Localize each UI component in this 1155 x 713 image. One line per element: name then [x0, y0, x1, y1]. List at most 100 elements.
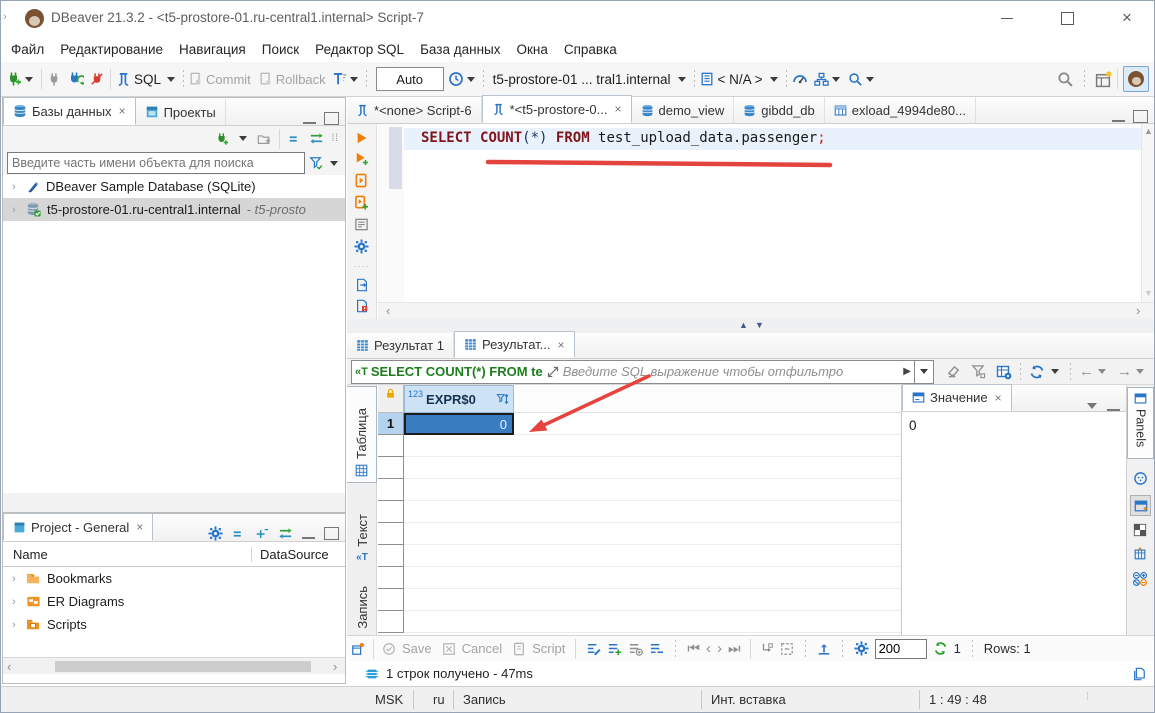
explain-plan-icon[interactable] — [354, 217, 369, 232]
tab-project-close-icon[interactable]: × — [136, 520, 143, 534]
metadata-panel-icon[interactable] — [1133, 523, 1147, 537]
sql-editor-label[interactable]: SQL — [134, 72, 161, 87]
last-row-icon[interactable]: ⏭ — [728, 640, 741, 657]
filter-check-icon[interactable] — [309, 156, 323, 170]
project-link-editor-icon[interactable] — [278, 526, 293, 541]
filters-menu-icon[interactable] — [971, 364, 986, 379]
tab-t5-prostore-script[interactable]: *<t5-prostore-0... × — [482, 95, 632, 123]
sql-editor[interactable]: ···· SELECT COUNT(*) FROM test_upload_da… — [347, 124, 1154, 319]
commit-button[interactable]: Commit — [206, 72, 251, 87]
tab-gibdd-db[interactable]: gibdd_db — [734, 97, 825, 123]
filter-more-icon[interactable]: ▶ — [903, 366, 911, 377]
reconnect-icon[interactable] — [68, 71, 84, 87]
editor-settings-gear-icon[interactable] — [354, 239, 369, 254]
project-item-er-diagrams[interactable]: › ER Diagrams — [3, 590, 345, 613]
tab-result-2[interactable]: Результат... × — [454, 331, 575, 358]
nav-back-dropdown[interactable] — [1098, 369, 1106, 374]
custom-filter-icon[interactable] — [996, 364, 1012, 380]
minimize-button[interactable] — [985, 1, 1029, 35]
results-settings-gear-icon[interactable] — [854, 641, 869, 656]
next-row-icon[interactable]: › — [717, 640, 722, 657]
navigator-minimize-icon[interactable] — [303, 119, 316, 124]
tab-databases-close-icon[interactable]: × — [119, 104, 126, 118]
menu-edit[interactable]: Редактирование — [60, 42, 163, 57]
fetch-all-icon[interactable] — [780, 642, 794, 656]
editor-vscrollbar[interactable]: ▲ ▼ — [1141, 124, 1154, 302]
project-collapse-all-icon[interactable] — [232, 527, 246, 541]
tab-close-icon[interactable]: × — [614, 102, 621, 116]
presentation-tab-text[interactable]: Текст «T — [347, 497, 377, 567]
expand-chevron-icon[interactable]: › — [12, 181, 20, 193]
delete-row-icon[interactable] — [649, 641, 664, 656]
tab-value[interactable]: Значение × — [902, 384, 1012, 411]
global-search-icon[interactable] — [1057, 71, 1074, 88]
navigator-new-connection-icon[interactable] — [215, 132, 229, 146]
row-header-1[interactable]: 1 — [378, 413, 404, 435]
tab-project-general[interactable]: Project - General × — [3, 513, 153, 541]
scrollbar-thumb[interactable] — [55, 661, 311, 672]
datasource-dropdown[interactable] — [678, 77, 686, 82]
quick-search-icon[interactable] — [848, 72, 863, 87]
column-filter-sort-icon[interactable] — [496, 392, 510, 406]
refresh-count-icon[interactable] — [933, 641, 948, 656]
refresh-results-icon[interactable] — [1029, 364, 1045, 380]
transaction-dropdown[interactable] — [350, 77, 358, 82]
fetch-size-input[interactable] — [875, 639, 927, 659]
scroll-down-icon[interactable]: ▼ — [1144, 288, 1153, 298]
sql-editor-dropdown[interactable] — [167, 77, 175, 82]
project-hscrollbar[interactable]: ‹ › — [3, 657, 345, 674]
editor-maximize-icon[interactable] — [1133, 110, 1148, 123]
editor-hscrollbar[interactable]: ‹ › — [378, 302, 1154, 319]
value-panel-menu-icon[interactable] — [1087, 403, 1097, 409]
export-result-icon[interactable] — [355, 278, 369, 292]
tree-item-sample-database[interactable]: › DBeaver Sample Database (SQLite) — [3, 175, 345, 198]
editor-minimize-icon[interactable] — [1112, 117, 1125, 122]
maximize-button[interactable] — [1045, 1, 1089, 35]
network-dropdown[interactable] — [832, 77, 840, 82]
menu-navigation[interactable]: Навигация — [179, 42, 246, 57]
expand-chevron-icon[interactable]: › — [12, 596, 20, 608]
rollback-button[interactable]: Rollback — [276, 72, 326, 87]
copy-status-icon[interactable] — [1132, 667, 1146, 681]
tab-demo-view[interactable]: demo_view — [632, 97, 735, 123]
filter-input-box[interactable]: «T SELECT COUNT(*) FROM te Введите SQL в… — [351, 360, 915, 384]
sql-editor-icon[interactable] — [116, 72, 131, 87]
tab-value-close-icon[interactable]: × — [995, 391, 1002, 405]
schema-selector[interactable]: < N/A > — [718, 72, 763, 87]
calc-panel-icon[interactable] — [1133, 547, 1147, 561]
navigator-connection-dropdown[interactable] — [239, 136, 247, 141]
project-expand-all-icon[interactable] — [255, 527, 269, 541]
nav-forward-dropdown[interactable] — [1136, 369, 1144, 374]
nav-forward-icon[interactable]: → — [1117, 363, 1132, 380]
execute-new-tab-icon[interactable] — [355, 152, 369, 166]
scroll-right-icon[interactable]: › — [1136, 303, 1140, 318]
view-menu-icon[interactable]: ⁞⁞ — [331, 133, 339, 144]
disconnect-icon[interactable] — [90, 72, 105, 87]
script-button[interactable]: Script — [532, 641, 565, 656]
history-dropdown[interactable] — [467, 77, 475, 82]
sql-code-line[interactable]: SELECT COUNT(*) FROM test_upload_data.pa… — [421, 130, 826, 146]
column-datasource-header[interactable]: DataSource — [251, 547, 329, 562]
menu-database[interactable]: База данных — [420, 42, 500, 57]
execute-statement-icon[interactable] — [355, 131, 369, 145]
quick-search-dropdown[interactable] — [866, 77, 874, 82]
tab-close-icon[interactable]: × — [558, 338, 565, 352]
transaction-filter-icon[interactable] — [332, 72, 347, 87]
project-maximize-icon[interactable] — [324, 527, 339, 540]
edit-cell-icon[interactable] — [586, 641, 601, 656]
project-item-bookmarks[interactable]: › Bookmarks — [3, 567, 345, 590]
add-row-icon[interactable] — [607, 641, 622, 656]
execute-script-icon[interactable] — [354, 173, 369, 188]
nav-back-icon[interactable]: ← — [1079, 363, 1094, 380]
open-perspective-icon[interactable] — [1095, 71, 1112, 88]
caret-position-indicator[interactable]: 1 : 49 : 48 — [929, 692, 987, 707]
execute-script-new-icon[interactable] — [354, 195, 369, 210]
filter-history-dropdown[interactable] — [915, 360, 934, 384]
tree-item-t5-prostore[interactable]: › t5-prostore-01.ru-central1.internal - … — [3, 198, 345, 221]
tab-projects[interactable]: Проекты — [136, 99, 226, 125]
export-data-icon[interactable] — [817, 642, 831, 656]
save-button[interactable]: Save — [402, 641, 432, 656]
tab-databases[interactable]: Базы данных × — [3, 97, 136, 125]
value-panel-content[interactable]: 0 — [902, 412, 1126, 439]
menu-sql-editor[interactable]: Редактор SQL — [315, 42, 404, 57]
